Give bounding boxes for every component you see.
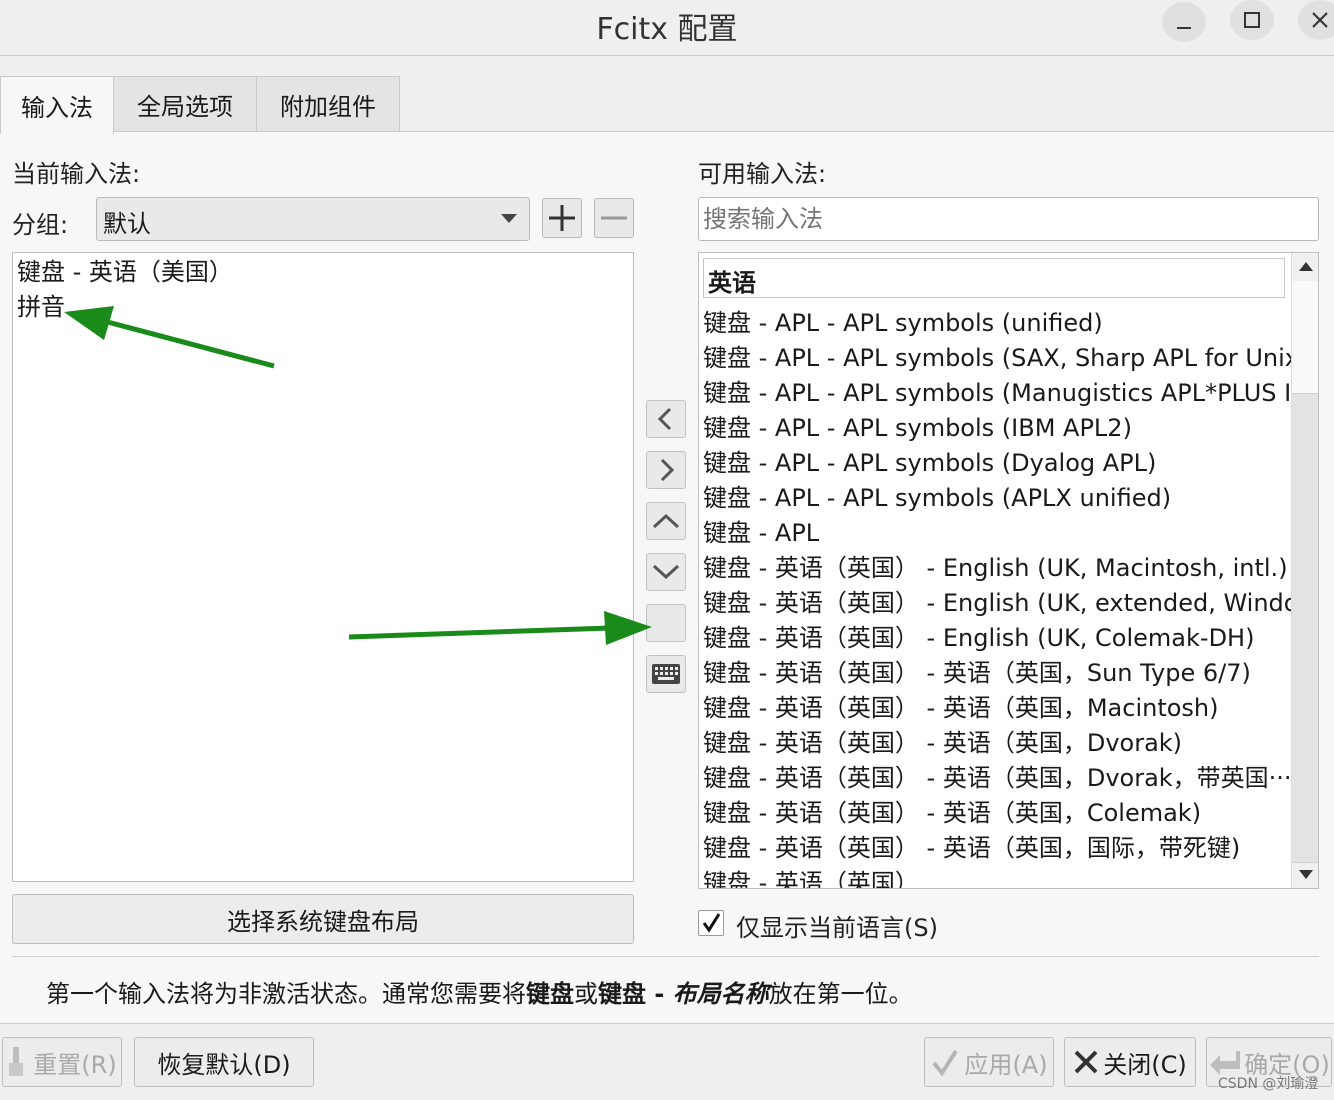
- scroll-down-arrow-icon[interactable]: [1298, 869, 1314, 881]
- plus-icon: [549, 205, 575, 231]
- remove-group-button[interactable]: [594, 198, 634, 238]
- section-header-box: 英语: [703, 258, 1285, 298]
- footer-divider: [0, 1023, 1334, 1024]
- maximize-button[interactable]: [1230, 0, 1274, 40]
- move-up-button[interactable]: [646, 502, 686, 540]
- list-item[interactable]: 键盘 - APL - APL symbols (Manugistics APL*…: [703, 376, 1308, 411]
- list-item[interactable]: 键盘 - 英语（英国）: [703, 866, 919, 888]
- hint-text: 第一个输入法将为非激活状态。通常您需要将键盘或键盘 - 布局名称放在第一位。: [46, 980, 913, 1008]
- list-item[interactable]: 键盘 - 英语（英国） - 英语（英国，Sun Type 6/7): [703, 656, 1251, 691]
- list-item[interactable]: 键盘 - 英语（英国） - 英语（英国，国际，带死键): [703, 831, 1240, 866]
- watermark: CSDN @刘瑜澄: [1218, 1076, 1319, 1092]
- restore-defaults-button[interactable]: 恢复默认(D): [134, 1037, 314, 1087]
- move-right-button[interactable]: [646, 451, 686, 489]
- keyboard-layout-button[interactable]: [646, 655, 686, 693]
- apply-button[interactable]: 应用(A): [924, 1037, 1054, 1087]
- minimize-icon: [1177, 27, 1191, 29]
- reset-button[interactable]: 重置(R): [2, 1037, 122, 1087]
- group-label: 分组:: [12, 211, 69, 239]
- maximize-icon: [1244, 12, 1260, 28]
- tab-input-method[interactable]: 输入法: [0, 76, 114, 134]
- tab-addons[interactable]: 附加组件: [256, 76, 400, 132]
- current-input-methods-heading: 当前输入法:: [12, 160, 141, 188]
- add-group-button[interactable]: [542, 198, 582, 238]
- check-icon: [932, 1049, 959, 1077]
- only-current-language-checkbox[interactable]: [698, 910, 724, 936]
- search-input[interactable]: [698, 197, 1319, 241]
- list-item[interactable]: 键盘 - 英语（英国） - 英语（英国，Macintosh): [703, 691, 1219, 726]
- close-button[interactable]: 关闭(C): [1064, 1037, 1196, 1087]
- current-input-method-list[interactable]: 键盘 - 英语（美国） 拼音: [12, 252, 634, 882]
- list-item[interactable]: 键盘 - APL - APL symbols (SAX, Sharp APL f…: [703, 341, 1308, 376]
- broom-icon: [9, 1047, 24, 1076]
- window-title: Fcitx 配置: [596, 12, 738, 47]
- divider: [12, 956, 1319, 957]
- scrollbar[interactable]: [1291, 253, 1318, 888]
- available-input-methods-heading: 可用输入法:: [698, 160, 827, 188]
- available-input-method-list[interactable]: 英语 键盘 - APL - APL symbols (unified) 键盘 - …: [698, 252, 1319, 889]
- keyboard-icon: [652, 664, 680, 684]
- group-select-value: 默认: [103, 210, 151, 238]
- checkmark-icon: [702, 913, 721, 933]
- list-item[interactable]: 键盘 - APL: [703, 516, 819, 551]
- minimize-button[interactable]: [1162, 2, 1206, 42]
- move-down-button[interactable]: [646, 553, 686, 591]
- tab-global-options[interactable]: 全局选项: [113, 76, 257, 132]
- list-item[interactable]: 键盘 - APL - APL symbols (unified): [703, 306, 1103, 341]
- list-item[interactable]: 键盘 - APL - APL symbols (IBM APL2): [703, 411, 1132, 446]
- list-item[interactable]: 键盘 - 英语（美国）: [17, 255, 233, 290]
- list-item[interactable]: 键盘 - 英语（英国） - 英语（英国，Dvorak，带英国···: [703, 761, 1292, 796]
- chevron-down-icon: [501, 214, 517, 223]
- list-item[interactable]: 键盘 - 英语（英国） - 英语（英国，Dvorak): [703, 726, 1182, 761]
- scroll-track-top: [1292, 281, 1318, 393]
- move-left-button[interactable]: [646, 400, 686, 438]
- scrollbar-thumb[interactable]: [1292, 393, 1318, 863]
- list-item[interactable]: 键盘 - APL - APL symbols (Dyalog APL): [703, 446, 1156, 481]
- close-window-button[interactable]: [1298, 0, 1334, 40]
- scroll-up-arrow-icon[interactable]: [1298, 261, 1314, 273]
- configure-button[interactable]: [646, 604, 686, 642]
- list-item[interactable]: 键盘 - 英语（英国） - English (UK, Macintosh, in…: [703, 551, 1288, 586]
- close-icon: [1312, 12, 1328, 28]
- close-icon: [1074, 1050, 1098, 1074]
- list-item[interactable]: 键盘 - 英语（英国） - English (UK, extended, Win…: [703, 586, 1318, 621]
- list-item[interactable]: 键盘 - APL - APL symbols (APLX unified): [703, 481, 1171, 516]
- minus-icon: [601, 216, 627, 220]
- only-current-language-label[interactable]: 仅显示当前语言(S): [736, 908, 938, 943]
- chevron-up-icon: [652, 513, 680, 529]
- chevron-down-icon: [652, 564, 680, 580]
- list-item[interactable]: 键盘 - 英语（英国） - English (UK, Colemak-DH): [703, 621, 1254, 656]
- chevron-right-icon: [660, 458, 675, 482]
- list-item[interactable]: 键盘 - 英语（英国） - 英语（英国，Colemak): [703, 796, 1201, 831]
- list-item[interactable]: 拼音: [17, 290, 65, 325]
- chevron-left-icon: [657, 407, 672, 431]
- section-header: 英语: [708, 269, 756, 297]
- select-keyboard-layout-button[interactable]: 选择系统键盘布局: [12, 894, 634, 944]
- group-select[interactable]: 默认: [96, 197, 530, 241]
